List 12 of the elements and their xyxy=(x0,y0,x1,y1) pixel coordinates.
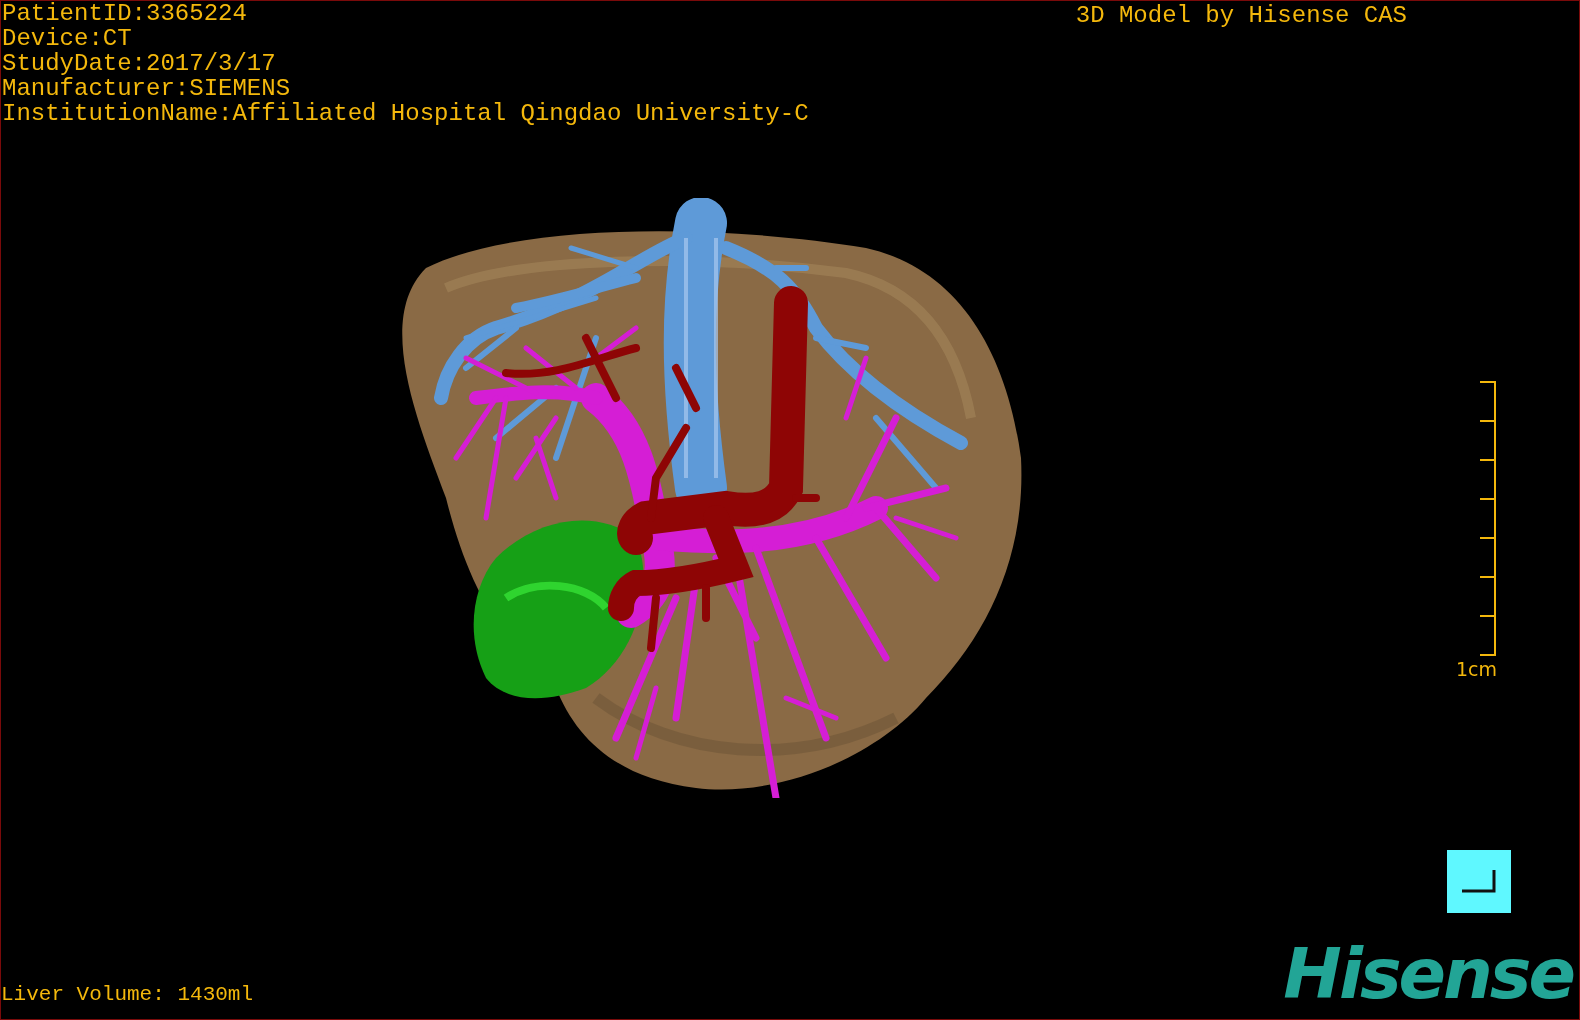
liver-volume: Liver Volume: 1430ml xyxy=(1,983,254,1008)
patient-info-line: Device:CT xyxy=(2,26,133,51)
scale-bar-icon xyxy=(1479,381,1497,656)
patient-info-line: StudyDate:2017/3/17 xyxy=(2,51,277,76)
patient-info-line: InstitutionName:Affiliated Hospital Qingdao University-C xyxy=(2,101,809,126)
patient-info-line: Manufacturer:SIEMENS xyxy=(2,76,292,101)
model-title: 3D Model by Hisense CAS xyxy=(1075,3,1407,28)
brand-logo: Hisense xyxy=(1283,941,1573,1017)
scale-label: 1cm xyxy=(1455,658,1497,680)
patient-info-line: PatientID:3365224 xyxy=(2,1,248,26)
corner-icon xyxy=(1462,869,1496,894)
corner-button[interactable] xyxy=(1447,850,1511,913)
